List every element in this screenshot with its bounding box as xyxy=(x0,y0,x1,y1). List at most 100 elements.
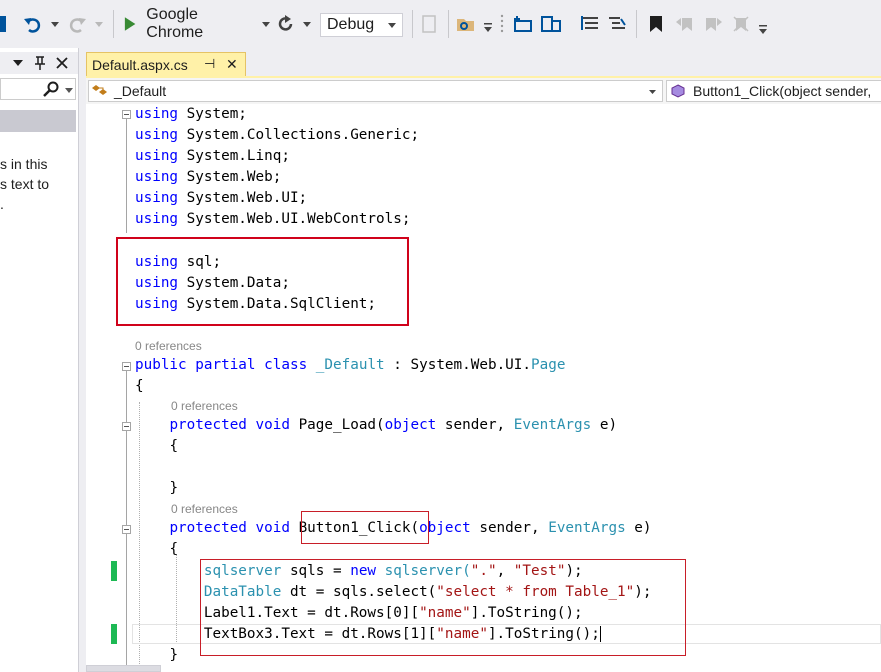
toolbar-overflow-icon[interactable] xyxy=(757,20,769,40)
close-brace: } xyxy=(169,647,179,663)
undo-icon[interactable] xyxy=(22,14,44,36)
start-debugging-button[interactable]: Google Chrome xyxy=(120,6,270,41)
find-in-files-icon[interactable] xyxy=(455,13,477,35)
param-e: e) xyxy=(599,417,618,433)
code-line: using System.Web; xyxy=(135,167,281,188)
param-e: e) xyxy=(634,520,652,536)
base-separator: : xyxy=(393,357,402,373)
keyword-class: class xyxy=(264,357,308,373)
keyword-object: object xyxy=(384,417,437,433)
navigate-forward-icon[interactable] xyxy=(540,13,562,35)
chevron-down-icon xyxy=(388,23,396,28)
code-line: public partial class _Default : System.W… xyxy=(135,355,565,376)
toolbar-overflow-icon[interactable] xyxy=(482,18,494,38)
play-icon xyxy=(124,17,136,31)
comment-icon[interactable] xyxy=(579,13,601,35)
open-brace: { xyxy=(169,438,179,454)
code-editor[interactable]: using System; using System.Collections.G… xyxy=(86,104,881,672)
code-line: { xyxy=(135,376,144,397)
outline-line xyxy=(126,534,127,672)
toolbar-separator xyxy=(448,10,449,38)
undo-dropdown-icon[interactable] xyxy=(48,16,62,32)
class-name: _Default xyxy=(315,357,385,373)
keyword-using: using xyxy=(135,148,179,164)
clear-bookmarks-icon[interactable] xyxy=(730,13,752,35)
codelens-references[interactable]: 0 references xyxy=(171,399,238,413)
code-line: { xyxy=(135,539,178,560)
close-brace: } xyxy=(169,480,179,496)
main-toolbar: Google Chrome Debug xyxy=(0,0,881,48)
param-sender: sender, xyxy=(444,417,506,433)
solution-explorer-panel: s in this s text to. xyxy=(0,48,79,672)
panel-header xyxy=(0,52,78,74)
class-icon xyxy=(92,85,107,95)
base-namespace: System.Web.UI. xyxy=(410,357,532,373)
keyword-using: using xyxy=(135,106,179,122)
class-combo[interactable]: _Default xyxy=(88,80,663,102)
annotation-box-usings xyxy=(116,237,409,326)
redo-dropdown-icon[interactable] xyxy=(92,16,106,32)
solution-config-select[interactable]: Debug xyxy=(320,13,403,37)
previous-bookmark-icon[interactable] xyxy=(674,13,696,35)
toolbar-separator xyxy=(412,10,413,38)
type-eventargs: EventArgs xyxy=(548,520,626,536)
collapse-page-load-icon[interactable] xyxy=(122,422,131,431)
keyword-protected: protected xyxy=(169,520,247,536)
run-target-dropdown-icon[interactable] xyxy=(262,21,270,27)
refresh-icon[interactable] xyxy=(275,13,297,35)
redo-icon[interactable] xyxy=(66,14,88,36)
code-line: protected void Page_Load(object sender, … xyxy=(135,415,617,436)
run-target-label: Google Chrome xyxy=(146,6,204,41)
pin-icon[interactable] xyxy=(34,55,46,71)
changed-line-indicator xyxy=(111,561,117,581)
base-type: Page xyxy=(531,357,566,373)
codelens-references[interactable]: 0 references xyxy=(171,502,238,516)
pin-icon[interactable]: ⊣ xyxy=(204,56,215,72)
collapse-usings-icon[interactable] xyxy=(122,110,131,119)
open-brace: { xyxy=(169,541,179,557)
save-icon[interactable] xyxy=(0,14,8,34)
bookmark-icon[interactable] xyxy=(645,13,667,35)
tab-default-aspx-cs[interactable]: Default.aspx.cs ⊣ ✕ xyxy=(86,52,246,77)
device-icon[interactable] xyxy=(418,13,440,35)
uncomment-icon[interactable] xyxy=(606,13,628,35)
close-icon[interactable]: ✕ xyxy=(226,56,238,73)
close-icon[interactable] xyxy=(56,57,68,69)
horizontal-scrollbar[interactable] xyxy=(86,665,161,672)
panel-menu-dropdown-icon[interactable] xyxy=(13,60,23,66)
code-navigation-bar: _Default Button1_Click(object sender, xyxy=(86,78,881,104)
next-bookmark-icon[interactable] xyxy=(702,13,724,35)
param-sender: sender, xyxy=(479,520,540,536)
codelens-references[interactable]: 0 references xyxy=(135,339,202,353)
step-icon[interactable] xyxy=(497,11,507,39)
panel-message-line: s in this xyxy=(0,156,48,172)
using-namespace: System.Web.UI.WebControls; xyxy=(186,211,411,227)
chevron-down-icon xyxy=(649,90,656,94)
navigate-backward-icon[interactable] xyxy=(512,13,534,35)
using-namespace: System.Web; xyxy=(186,169,282,185)
collapse-class-icon[interactable] xyxy=(122,362,131,371)
toolbar-separator xyxy=(113,10,114,38)
code-line: using System; xyxy=(135,104,247,125)
keyword-using: using xyxy=(135,127,179,143)
tab-title: Default.aspx.cs xyxy=(92,57,188,73)
using-namespace: System; xyxy=(186,106,247,122)
search-options-dropdown-icon[interactable] xyxy=(65,88,73,93)
keyword-void: void xyxy=(255,520,290,536)
collapse-button-click-icon[interactable] xyxy=(122,525,131,534)
editor-gutter xyxy=(86,104,130,672)
outline-line xyxy=(126,431,127,500)
refresh-dropdown-icon[interactable] xyxy=(300,16,314,32)
member-combo[interactable]: Button1_Click(object sender, xyxy=(666,80,881,102)
method-name: Page_Load( xyxy=(298,417,385,433)
panel-message-line: . xyxy=(0,196,4,212)
search-icon xyxy=(43,81,59,97)
code-line: using System.Collections.Generic; xyxy=(135,125,419,146)
panel-selected-row[interactable] xyxy=(0,110,76,132)
keyword-partial: partial xyxy=(195,357,256,373)
using-namespace: System.Linq; xyxy=(186,148,290,164)
panel-search-input[interactable] xyxy=(0,78,76,100)
keyword-void: void xyxy=(255,417,290,433)
keyword-public: public xyxy=(135,357,187,373)
keyword-protected: protected xyxy=(169,417,247,433)
